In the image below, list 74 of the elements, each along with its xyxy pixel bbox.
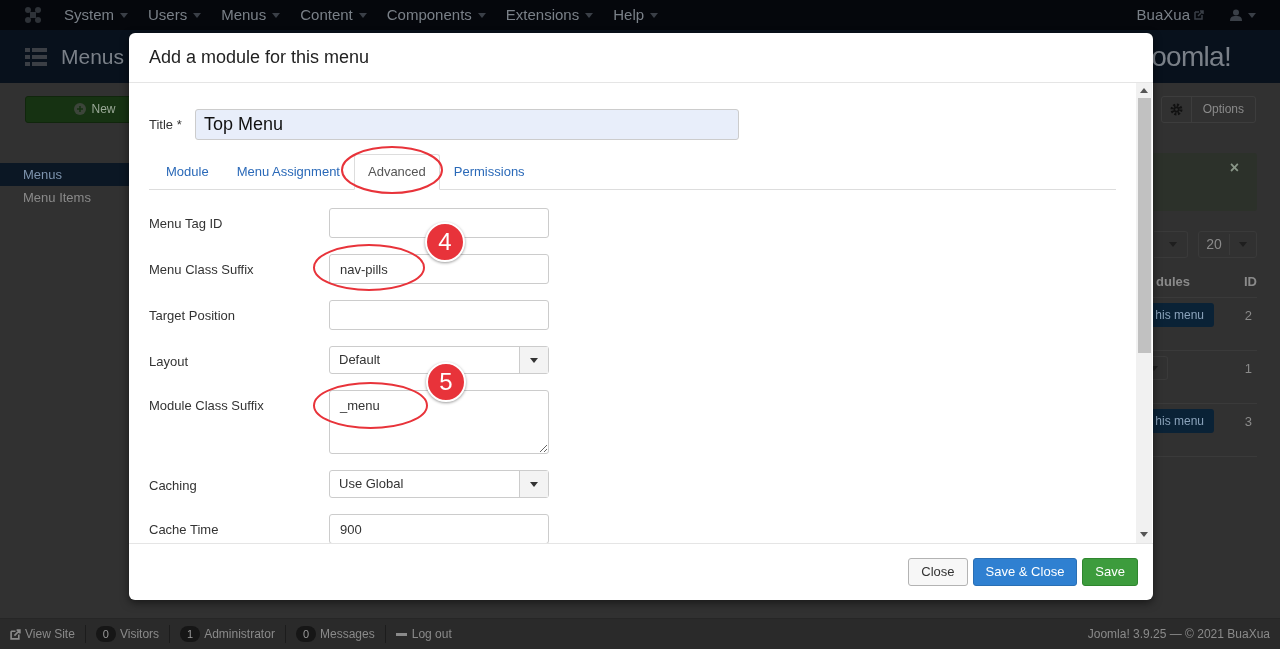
user-menu[interactable] — [1230, 9, 1256, 21]
field-label: Cache Time — [149, 521, 220, 539]
text-field[interactable]: nav-pills — [329, 254, 549, 284]
textarea-field[interactable]: _menu — [329, 390, 549, 454]
filter-select[interactable] — [1154, 231, 1188, 258]
caret-icon — [530, 357, 538, 363]
dialog-button[interactable]: Save — [1082, 558, 1138, 586]
text-field[interactable] — [329, 300, 549, 330]
view-site-link[interactable]: View Site — [10, 625, 86, 643]
logo-text: oomla! — [1151, 39, 1231, 74]
field-label: Menu Tag ID — [149, 215, 224, 233]
scrollbar[interactable] — [1136, 83, 1152, 543]
tab[interactable]: Module — [152, 154, 223, 190]
title-field[interactable]: Top Menu — [195, 109, 739, 140]
status-link[interactable]: Messages — [320, 625, 375, 643]
count-badge: 0 — [295, 626, 316, 642]
field-label: Layout — [149, 353, 190, 371]
tab[interactable]: Advanced — [354, 154, 440, 190]
nav-menu-item[interactable]: Menus — [221, 3, 281, 27]
scroll-up-icon — [1140, 88, 1148, 93]
select-field[interactable]: Use Global — [329, 470, 549, 498]
site-link[interactable]: BuaXua — [1136, 3, 1204, 27]
caret-icon — [193, 12, 202, 18]
status-link[interactable]: Administrator — [204, 625, 275, 643]
nav-menu-item[interactable]: System — [64, 3, 128, 27]
external-link-icon — [1194, 10, 1204, 20]
list-icon — [25, 47, 47, 66]
scroll-down-icon — [1140, 532, 1148, 537]
nav-menu-item[interactable]: Content — [300, 3, 367, 27]
close-button[interactable]: × — [1229, 159, 1239, 177]
column-header: dules — [1156, 273, 1190, 291]
caret-icon — [650, 12, 659, 18]
caret-icon — [477, 12, 486, 18]
logout-link[interactable]: Log out — [385, 625, 452, 643]
version-text: Joomla! 3.9.25 — © 2021 BuaXua — [1087, 626, 1270, 643]
count-badge: 1 — [180, 626, 201, 642]
id-cell-text: 3 — [1244, 413, 1253, 431]
select-field[interactable]: Default — [329, 346, 549, 374]
column-header: ID — [1244, 273, 1257, 291]
select-value: Use Global — [338, 475, 405, 494]
page-title: Menus — [61, 43, 125, 70]
modal-title: Add a module for this menu — [149, 46, 370, 69]
user-icon — [1230, 9, 1242, 21]
caret-icon — [585, 12, 594, 18]
minus-icon — [395, 632, 407, 636]
id-cell-text: 2 — [1244, 307, 1253, 325]
field-label: Menu Class Suffix — [149, 261, 255, 279]
count-badge: 0 — [95, 626, 116, 642]
text-field[interactable]: 900 — [329, 514, 549, 543]
external-link-icon — [10, 628, 21, 640]
nav-menu-item[interactable]: Help — [613, 3, 659, 27]
nav-menu-item[interactable]: Components — [386, 3, 486, 27]
caret-icon — [1248, 12, 1256, 18]
field-label: Target Position — [149, 307, 236, 325]
nav-menu-item[interactable]: Extensions — [505, 3, 594, 27]
field-label: Caching — [149, 477, 198, 495]
id-cell-text: 1 — [1244, 360, 1253, 378]
caret-icon — [358, 12, 367, 18]
limit-select[interactable]: 20 — [1198, 231, 1257, 258]
caret-icon — [530, 481, 538, 487]
status-link[interactable]: Visitors — [119, 625, 160, 643]
select-value: Default — [338, 351, 382, 370]
plus-icon — [74, 103, 87, 115]
nav-menu-item[interactable]: Users — [148, 3, 202, 27]
tab[interactable]: Permissions — [439, 154, 539, 190]
field-label: Module Class Suffix — [149, 397, 265, 415]
gear-icon — [1169, 102, 1183, 116]
caret-icon — [120, 12, 128, 18]
tab[interactable]: Menu Assignment — [222, 154, 354, 190]
caret-icon — [272, 12, 281, 18]
dialog-button[interactable]: Save & Close — [972, 558, 1078, 586]
dialog-button[interactable]: Close — [908, 558, 968, 586]
options-button[interactable]: Options — [1160, 95, 1256, 123]
logo-icon — [24, 6, 42, 24]
